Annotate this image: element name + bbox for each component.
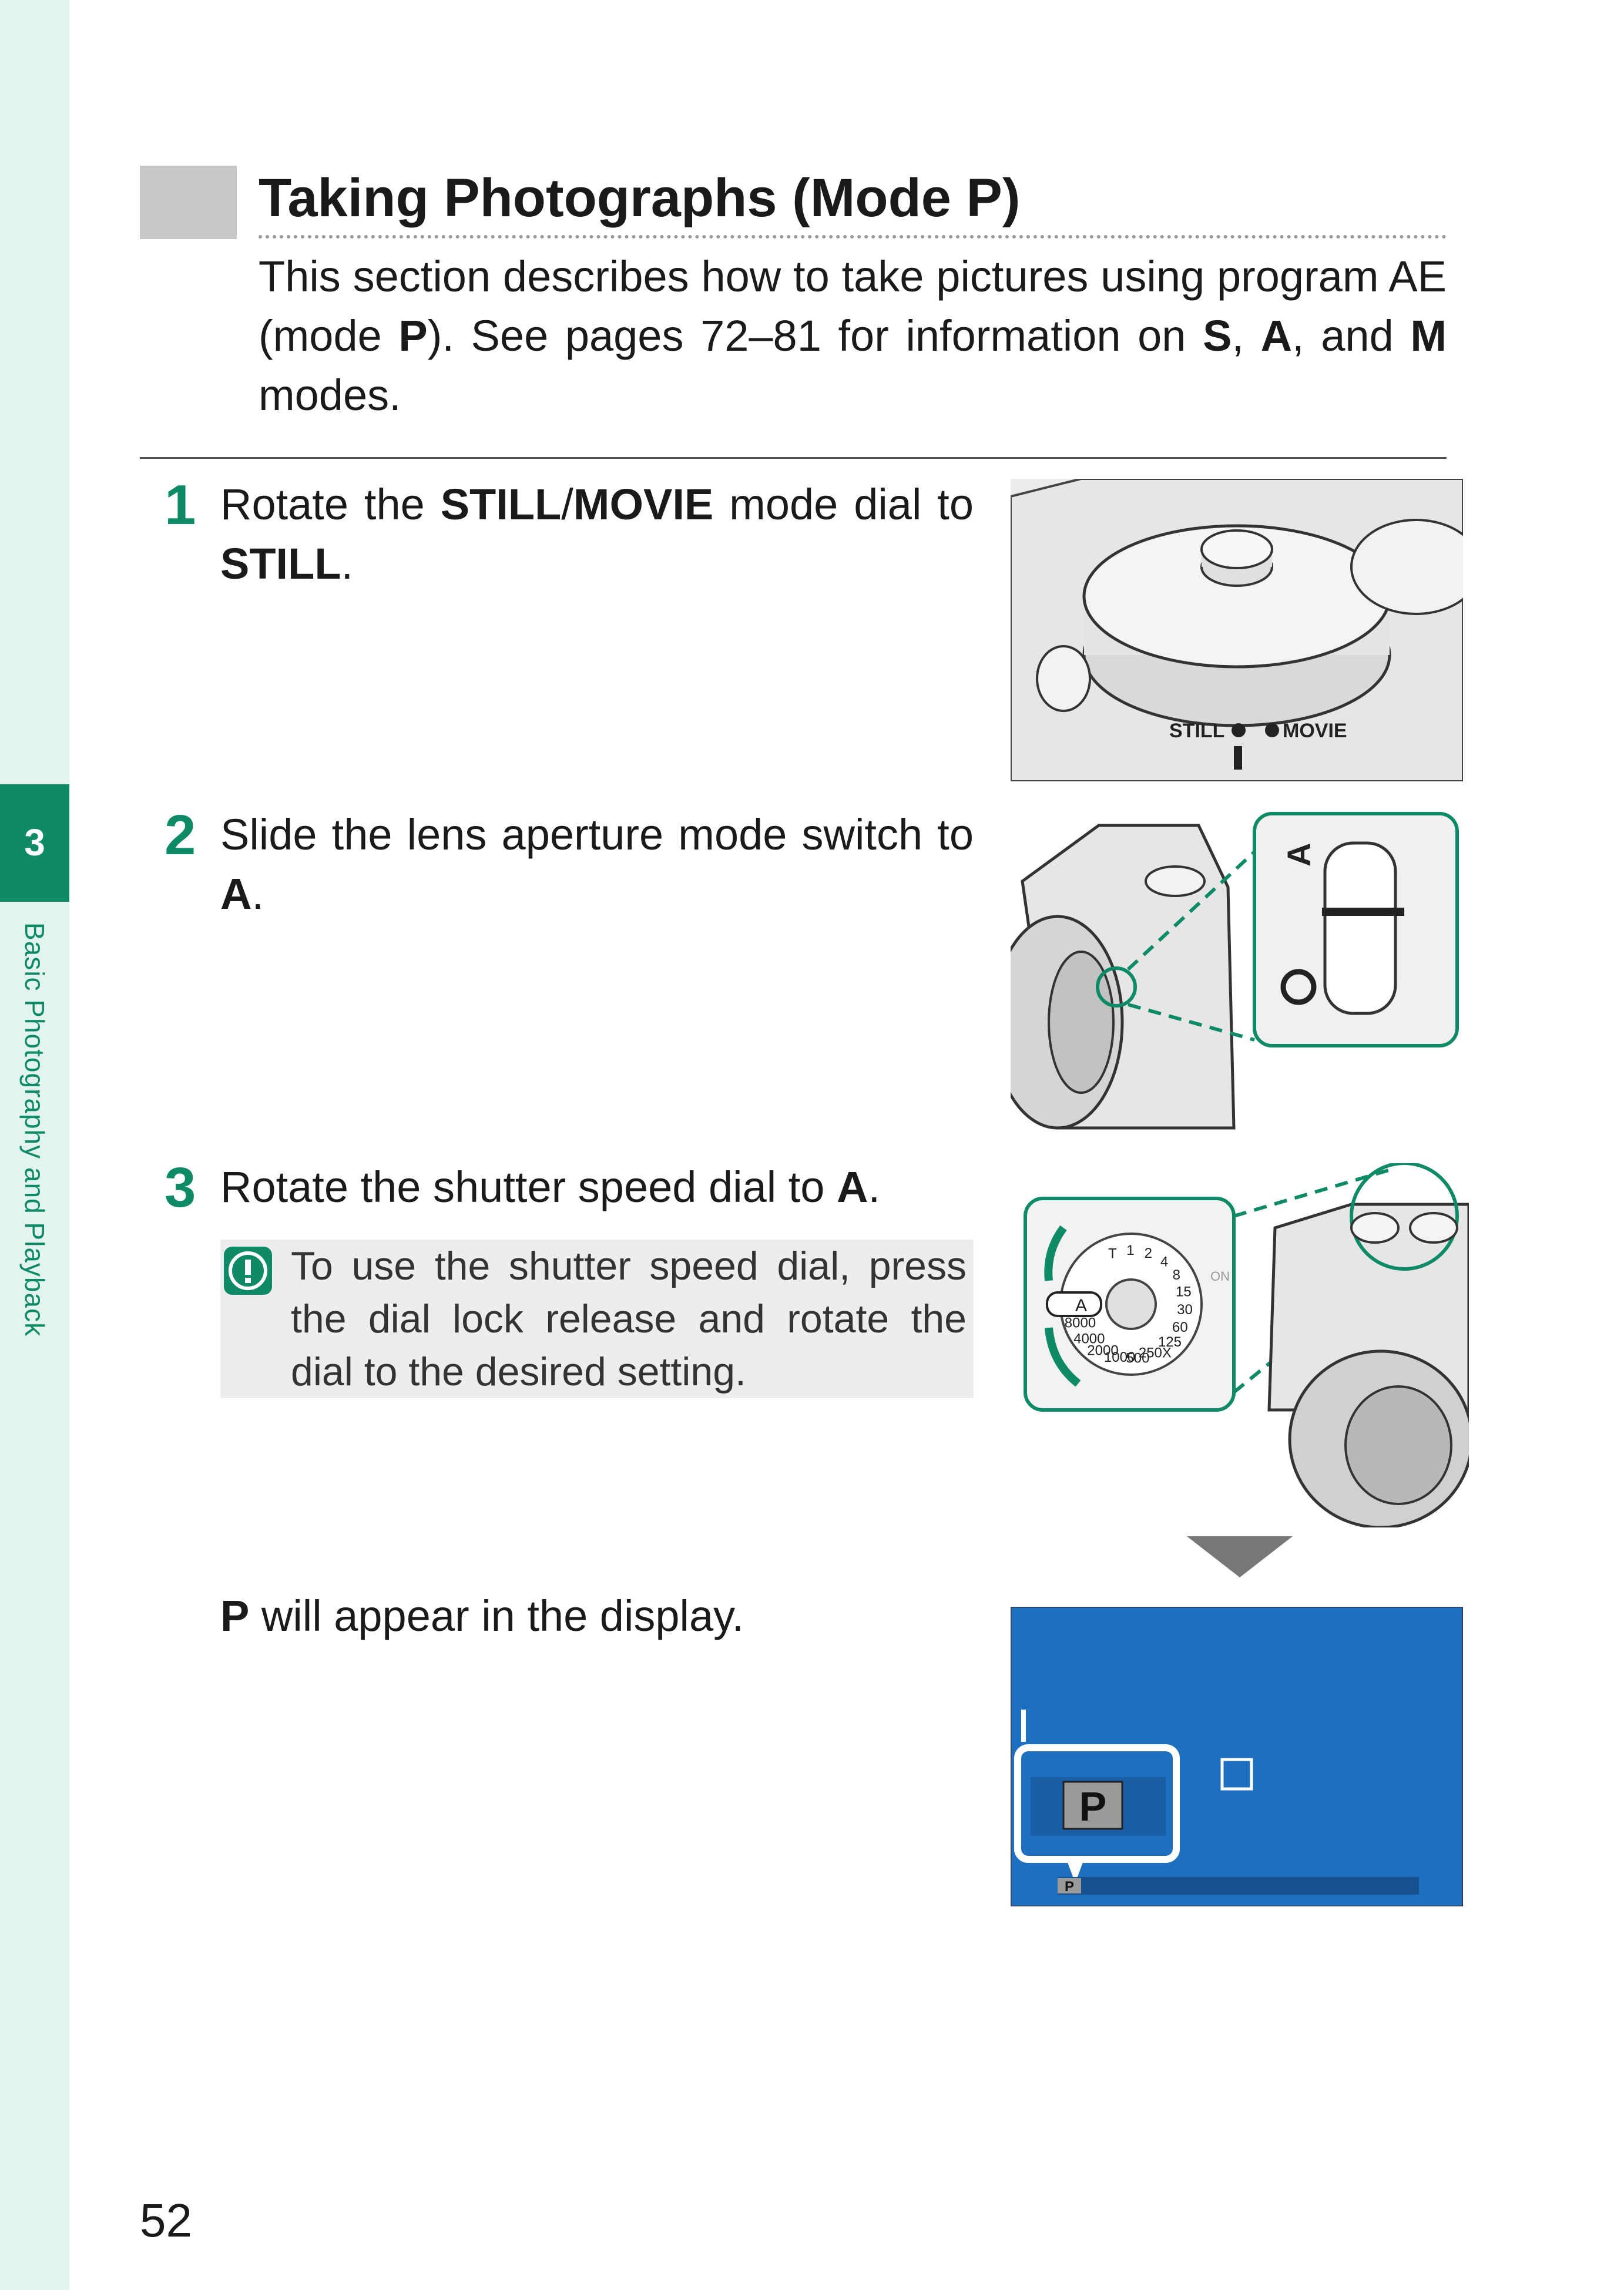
caution-icon [224,1247,272,1295]
shutter-a-text: A [1075,1296,1087,1315]
still-label: STILL [440,480,562,529]
intro-paragraph: This section describes how to take pictu… [259,247,1447,425]
page-title: Taking Photographs (Mode P) [259,168,1021,228]
shutter-speed-label: 60 [1172,1319,1188,1335]
step-text-part: . [868,1163,881,1211]
intro-text: modes. [259,371,401,419]
display-mode-p-text: P [1079,1784,1107,1829]
dial-still-text: STILL [1169,720,1224,742]
chapter-sidebar: 3 Basic Photography and Playback [0,0,69,2290]
result-arrow-down-icon [1187,1536,1293,1577]
intro-text: , [1232,311,1261,360]
page-number: 52 [140,2194,192,2247]
display-mode-p-small-text: P [1065,1879,1074,1895]
step-text-part: Rotate the shutter speed dial to [220,1163,837,1211]
mode-p-label: P [220,1591,250,1640]
movie-label: MOVIE [573,480,714,529]
shutter-dial-illustration: A T 1 248153060125250X5001000200040008000 … [1022,1163,1469,1527]
shutter-speed-label: 2 [1145,1245,1152,1261]
step-text-part: Rotate the [220,480,441,529]
shutter-speed-label: 4 [1160,1254,1168,1270]
step-1-number: 1 [165,474,196,536]
still-dot [1232,723,1246,737]
result-text: P will appear in the display. [220,1586,744,1646]
movie-dot [1265,723,1279,737]
mode-m-label: M [1410,311,1447,360]
step-text-part: . [251,869,264,918]
title-marker [140,166,237,239]
step-2-number: 2 [165,804,196,867]
shutter-speed-label: 8 [1173,1267,1180,1283]
intro-text: , and [1292,311,1411,360]
mode-s-label: S [1203,311,1232,360]
aperture-switch-illustration: A [1011,811,1463,1140]
step-text-part: / [561,480,573,529]
step-text-part: mode dial to [713,480,974,529]
title-underline [259,235,1447,239]
step-text-part: . [341,539,354,588]
note-text: To use the shutter speed dial, press the… [291,1244,967,1394]
intro-text: ). See pages 72–81 for information on [427,311,1203,360]
caution-note: To use the shutter speed dial, press the… [220,1240,974,1398]
step-text-part: Slide the lens aperture mode switch to [220,810,974,859]
section-divider [140,457,1447,459]
shutter-speed-label: T [1108,1246,1117,1262]
shutter-on-text: ON [1210,1269,1230,1284]
chapter-number: 3 [24,821,45,864]
mode-p-label: P [398,311,428,360]
display-indicator-bar [1021,1710,1026,1742]
still-movie-dial-illustration: STILL MOVIE [1011,479,1463,781]
shutter-speed-label: 1 [1126,1243,1134,1258]
result-text-part: will appear in the display. [249,1591,744,1640]
mode-a-label: A [1260,311,1293,360]
shutter-speed-label: 4000 [1073,1331,1105,1347]
shutter-speed-label: 30 [1177,1302,1193,1318]
a-label: A [837,1163,868,1211]
shutter-speed-label: 8000 [1065,1315,1096,1331]
dial-index-mark [1234,746,1242,770]
lcd-display-illustration: P P [1011,1607,1463,1906]
dial-movie-text: MOVIE [1283,720,1347,742]
shutter-speed-label: 15 [1176,1284,1192,1300]
still-label: STILL [220,539,341,588]
a-label: A [220,869,252,918]
step-3-text: Rotate the shutter speed dial to A. [220,1157,974,1217]
switch-a-text: A [1280,843,1317,867]
chapter-label: Basic Photography and Playback [19,922,50,1337]
step-1-text: Rotate the STILL/MOVIE mode dial to STIL… [220,475,974,593]
chapter-tab[interactable]: 3 [0,784,69,902]
step-2-text: Slide the lens aperture mode switch to A… [220,805,974,924]
step-3-number: 3 [165,1156,196,1219]
